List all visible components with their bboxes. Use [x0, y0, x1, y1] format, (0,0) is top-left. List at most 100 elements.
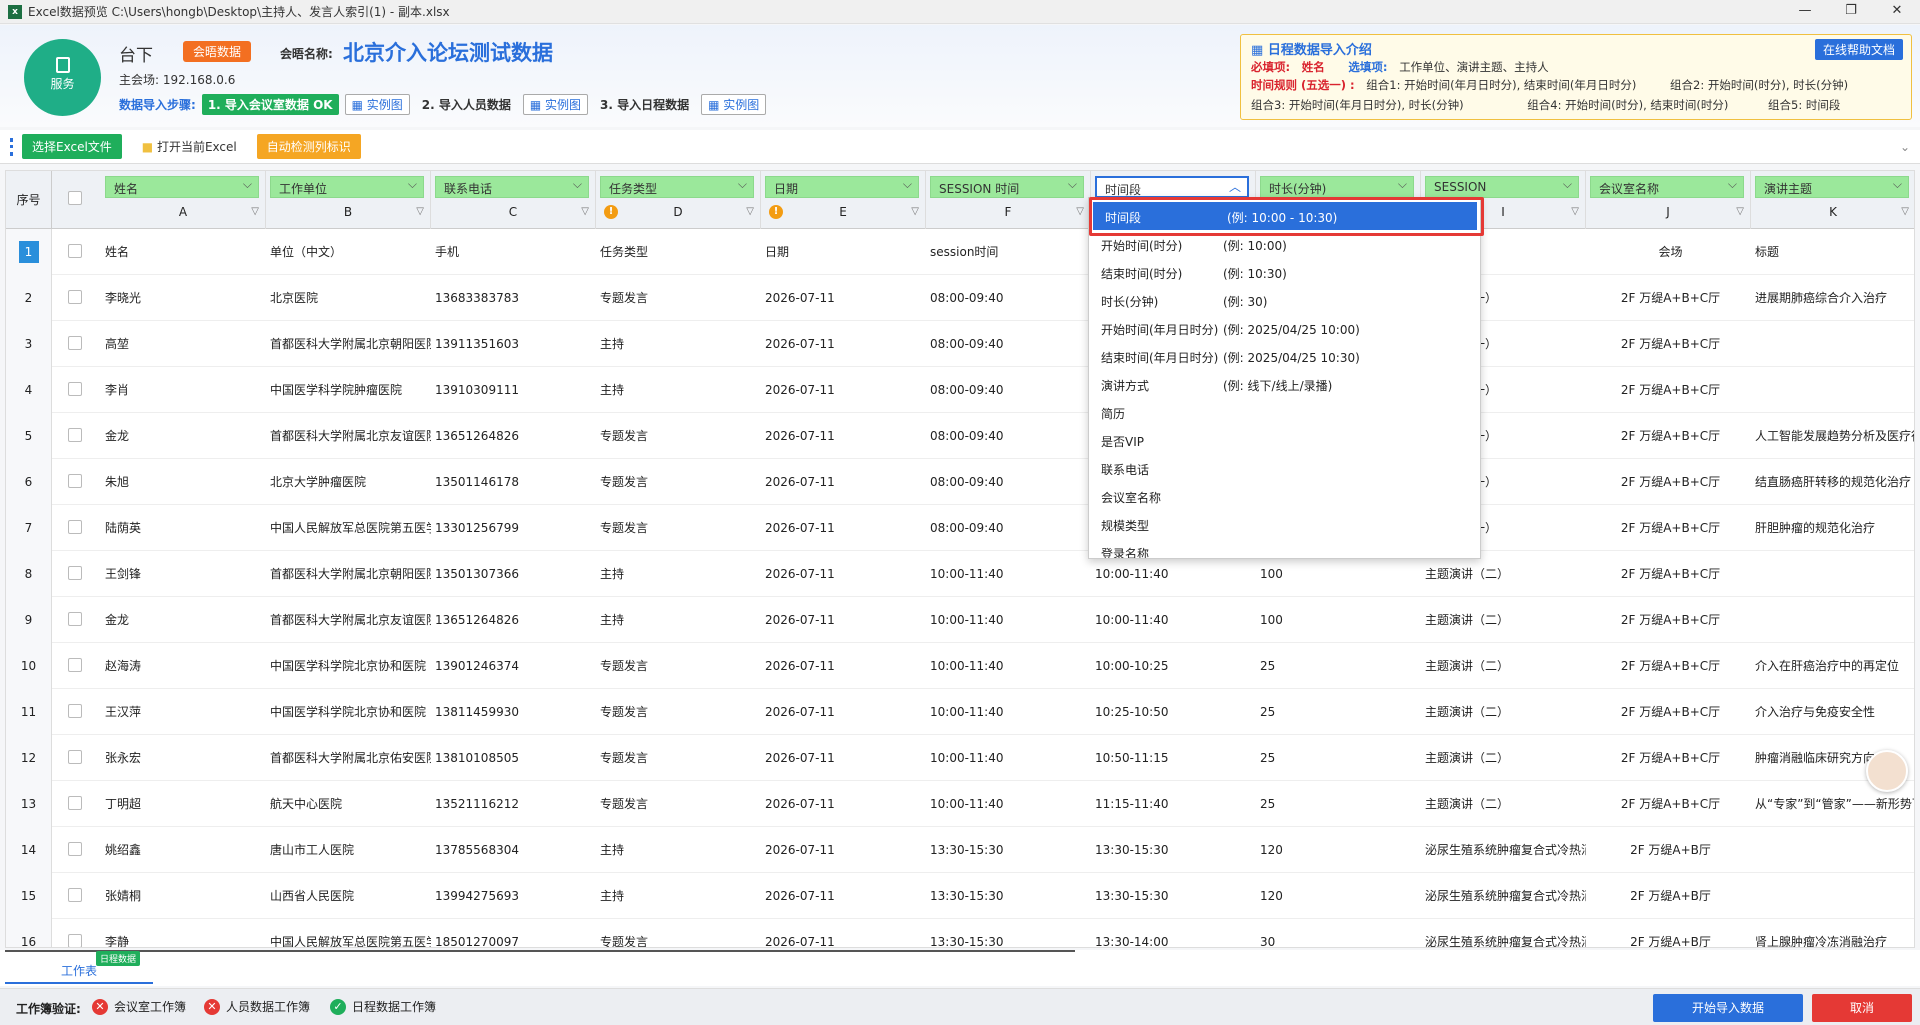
table-cell[interactable]: 单位（中文）	[266, 229, 431, 275]
table-cell[interactable]: 13994275693	[431, 873, 596, 919]
table-cell[interactable]: 首都医科大学附属北京友谊医院	[266, 413, 431, 459]
table-cell[interactable]: 08:00-09:40	[926, 367, 1091, 413]
table-cell[interactable]: 赵海涛	[101, 643, 266, 689]
column-field-select[interactable]: 演讲主题	[1755, 176, 1909, 198]
example-button-2[interactable]: 实例图	[522, 94, 589, 115]
table-cell[interactable]: 2026-07-11	[761, 827, 926, 873]
row-checkbox[interactable]	[68, 290, 82, 304]
table-cell[interactable]: 进展期肺癌综合介入治疗	[1751, 275, 1914, 321]
table-cell[interactable]: 高堃	[101, 321, 266, 367]
table-cell[interactable]: 2F 万缇A+B厅	[1586, 873, 1751, 919]
table-cell[interactable]: 航天中心医院	[266, 781, 431, 827]
table-cell[interactable]: 人工智能发展趋势分析及医疗行业应用	[1751, 413, 1914, 459]
table-cell[interactable]: 李肖	[101, 367, 266, 413]
table-cell[interactable]: 泌尿生殖系统肿瘤复合式冷热消融	[1421, 827, 1586, 873]
table-cell[interactable]: 2026-07-11	[761, 781, 926, 827]
table-cell[interactable]: 10:00-11:40	[926, 643, 1091, 689]
table-cell[interactable]: 2F 万缇A+B+C厅	[1586, 643, 1751, 689]
table-row[interactable]: 5 金龙 首都医科大学附属北京友谊医院 13651264826 专题发言 2026-07-…	[6, 413, 1914, 459]
table-cell[interactable]: 姓名	[101, 229, 266, 275]
open-excel-button[interactable]: 打开当前Excel	[132, 134, 247, 159]
table-cell[interactable]: 主题演讲（二）	[1421, 781, 1586, 827]
table-cell[interactable]: 13911351603	[431, 321, 596, 367]
step-1-room[interactable]: 1. 导入会议室数据 OK	[201, 94, 339, 115]
table-cell[interactable]: 金龙	[101, 413, 266, 459]
table-cell[interactable]: 13501146178	[431, 459, 596, 505]
table-cell[interactable]: 王汉萍	[101, 689, 266, 735]
column-field-select[interactable]: 时长(分钟)	[1260, 176, 1414, 198]
table-cell[interactable]: 2F 万缇A+B厅	[1586, 827, 1751, 873]
filter-icon[interactable]: ▽	[1571, 206, 1579, 217]
step-2-people[interactable]: 2. 导入人员数据	[416, 94, 517, 115]
table-cell[interactable]: 10:00-11:40	[926, 597, 1091, 643]
table-cell[interactable]: 13651264826	[431, 413, 596, 459]
table-cell[interactable]: 介入在肝癌治疗中的再定位	[1751, 643, 1914, 689]
table-cell[interactable]: 13811459930	[431, 689, 596, 735]
table-cell[interactable]: 2F 万缇A+B厅	[1586, 919, 1751, 947]
table-cell[interactable]: 2F 万缇A+B+C厅	[1586, 413, 1751, 459]
table-cell[interactable]: 陆荫英	[101, 505, 266, 551]
table-cell[interactable]: 2026-07-11	[761, 735, 926, 781]
table-cell[interactable]: 2026-07-11	[761, 321, 926, 367]
row-checkbox[interactable]	[68, 474, 82, 488]
table-cell[interactable]: 专题发言	[596, 919, 761, 947]
table-cell[interactable]: 10:00-10:25	[1091, 643, 1256, 689]
row-checkbox[interactable]	[68, 612, 82, 626]
column-field-select[interactable]: SESSION	[1425, 176, 1579, 198]
row-checkbox[interactable]	[68, 336, 82, 350]
table-cell[interactable]: 30	[1256, 919, 1421, 947]
table-cell[interactable]: 10:00-11:40	[926, 551, 1091, 597]
minimize-button[interactable]: —	[1782, 0, 1828, 24]
table-cell[interactable]: 专题发言	[596, 413, 761, 459]
start-import-button[interactable]: 开始导入数据	[1653, 994, 1803, 1022]
horizontal-scrollbar[interactable]	[5, 950, 1075, 952]
restore-button[interactable]: ❐	[1828, 0, 1874, 24]
table-cell[interactable]: 13:30-15:30	[926, 919, 1091, 947]
table-cell[interactable]: session时间	[926, 229, 1091, 275]
dropdown-option[interactable]: 时长(分钟) (例: 30)	[1089, 286, 1480, 314]
table-cell[interactable]: 张婧桐	[101, 873, 266, 919]
cancel-button[interactable]: 取消	[1812, 994, 1912, 1022]
filter-icon[interactable]: ▽	[1736, 206, 1744, 217]
filter-icon[interactable]: ▽	[581, 206, 589, 217]
table-cell[interactable]: 主题演讲（二）	[1421, 735, 1586, 781]
dropdown-option[interactable]: 是否VIP	[1089, 426, 1480, 454]
dropdown-option[interactable]: 联系电话	[1089, 454, 1480, 482]
table-cell[interactable]: 2F 万缇A+B+C厅	[1586, 367, 1751, 413]
dropdown-option[interactable]: 简历	[1089, 398, 1480, 426]
table-cell[interactable]: 专题发言	[596, 735, 761, 781]
table-cell[interactable]	[1751, 597, 1914, 643]
table-cell[interactable]: 主持	[596, 597, 761, 643]
table-row[interactable]: 8 王剑锋 首都医科大学附属北京朝阳医院 13501307366 主持 2026-07-1…	[6, 551, 1914, 597]
table-cell[interactable]: 肾上腺肿瘤冷冻消融治疗	[1751, 919, 1914, 947]
table-cell[interactable]: 北京大学肿瘤医院	[266, 459, 431, 505]
table-cell[interactable]: 13501307366	[431, 551, 596, 597]
table-cell[interactable]: 100	[1256, 597, 1421, 643]
table-cell[interactable]: 2F 万缇A+B+C厅	[1586, 321, 1751, 367]
table-cell[interactable]: 2026-07-11	[761, 597, 926, 643]
dropdown-option[interactable]: 登录名称	[1089, 538, 1480, 558]
drag-handle-icon[interactable]	[10, 137, 14, 156]
table-row[interactable]: 14 姚绍鑫 唐山市工人医院 13785568304 主持 2026-07-11 13:30…	[6, 827, 1914, 873]
filter-icon[interactable]: ▽	[251, 206, 259, 217]
table-row[interactable]: 9 金龙 首都医科大学附属北京友谊医院 13651264826 主持 2026-07-11…	[6, 597, 1914, 643]
table-cell[interactable]: 李静	[101, 919, 266, 947]
row-checkbox[interactable]	[68, 382, 82, 396]
table-cell[interactable]: 主题演讲（二）	[1421, 689, 1586, 735]
table-cell[interactable]: 首都医科大学附属北京佑安医院	[266, 735, 431, 781]
table-cell[interactable]: 120	[1256, 827, 1421, 873]
table-cell[interactable]: 主持	[596, 551, 761, 597]
chevron-down-icon[interactable]: ⌄	[1900, 140, 1910, 154]
table-cell[interactable]	[1751, 873, 1914, 919]
table-cell[interactable]: 13521116212	[431, 781, 596, 827]
table-cell[interactable]: 13683383783	[431, 275, 596, 321]
table-cell[interactable]: 主题演讲（二）	[1421, 643, 1586, 689]
table-cell[interactable]: 金龙	[101, 597, 266, 643]
table-cell[interactable]: 北京医院	[266, 275, 431, 321]
row-checkbox[interactable]	[68, 888, 82, 902]
row-checkbox[interactable]	[68, 520, 82, 534]
table-cell[interactable]	[1751, 551, 1914, 597]
table-cell[interactable]: 2026-07-11	[761, 505, 926, 551]
table-cell[interactable]: 13810108505	[431, 735, 596, 781]
table-cell[interactable]: 10:00-11:40	[926, 735, 1091, 781]
